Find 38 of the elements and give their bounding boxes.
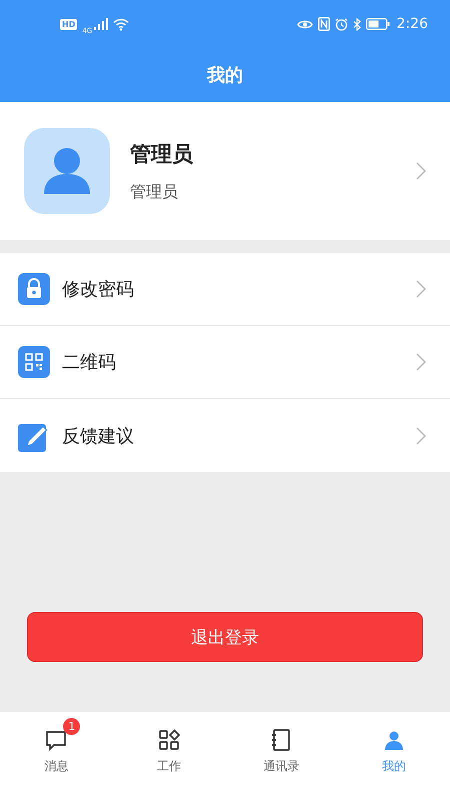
menu-item[interactable]: 反馈建议 <box>0 399 450 472</box>
hd-indicator: HD <box>60 18 78 30</box>
user-role: 管理员 <box>130 182 179 202</box>
tab-item[interactable]: 通讯录 <box>225 712 338 800</box>
alarm-icon <box>334 18 348 30</box>
unread-badge: 1 <box>63 718 80 735</box>
tab-label: 工作 <box>156 758 181 775</box>
profile-card[interactable]: 管理员 管理员 <box>0 102 450 240</box>
avatar-icon <box>24 128 110 214</box>
tab-label: 消息 <box>44 758 68 775</box>
tab-label: 我的 <box>382 758 406 775</box>
menu-label: 修改密码 <box>62 278 135 301</box>
tab-item[interactable]: 工作 <box>112 712 225 800</box>
battery-icon <box>366 18 390 30</box>
page-title: 我的 <box>207 64 243 87</box>
menu-item[interactable]: 修改密码 <box>0 253 450 326</box>
menu-label: 二维码 <box>62 351 117 374</box>
bluetooth-icon <box>352 18 361 30</box>
nfc-icon <box>318 17 330 31</box>
chevron-icon <box>416 353 426 371</box>
eye-icon <box>296 18 313 30</box>
menu-item[interactable]: 二维码 <box>0 326 450 399</box>
chevron-icon <box>416 280 426 298</box>
logout-button[interactable]: 退出登录 <box>27 612 423 662</box>
clock-time: 2:26 <box>396 16 428 32</box>
chevron-icon <box>416 426 426 444</box>
signal-icon <box>94 18 108 30</box>
chat-icon <box>44 728 68 752</box>
wifi-icon <box>113 18 130 30</box>
tab-item[interactable]: 我的 <box>338 712 450 800</box>
menu-label: 反馈建议 <box>62 424 135 448</box>
lock-icon <box>18 273 50 305</box>
tab-label: 通讯录 <box>263 758 300 775</box>
chevron-icon <box>416 162 426 180</box>
tab-item[interactable]: 1 消息 <box>0 712 112 800</box>
qr-code-icon <box>18 346 50 378</box>
grid-icon <box>156 728 181 752</box>
user-name: 管理员 <box>130 140 194 168</box>
